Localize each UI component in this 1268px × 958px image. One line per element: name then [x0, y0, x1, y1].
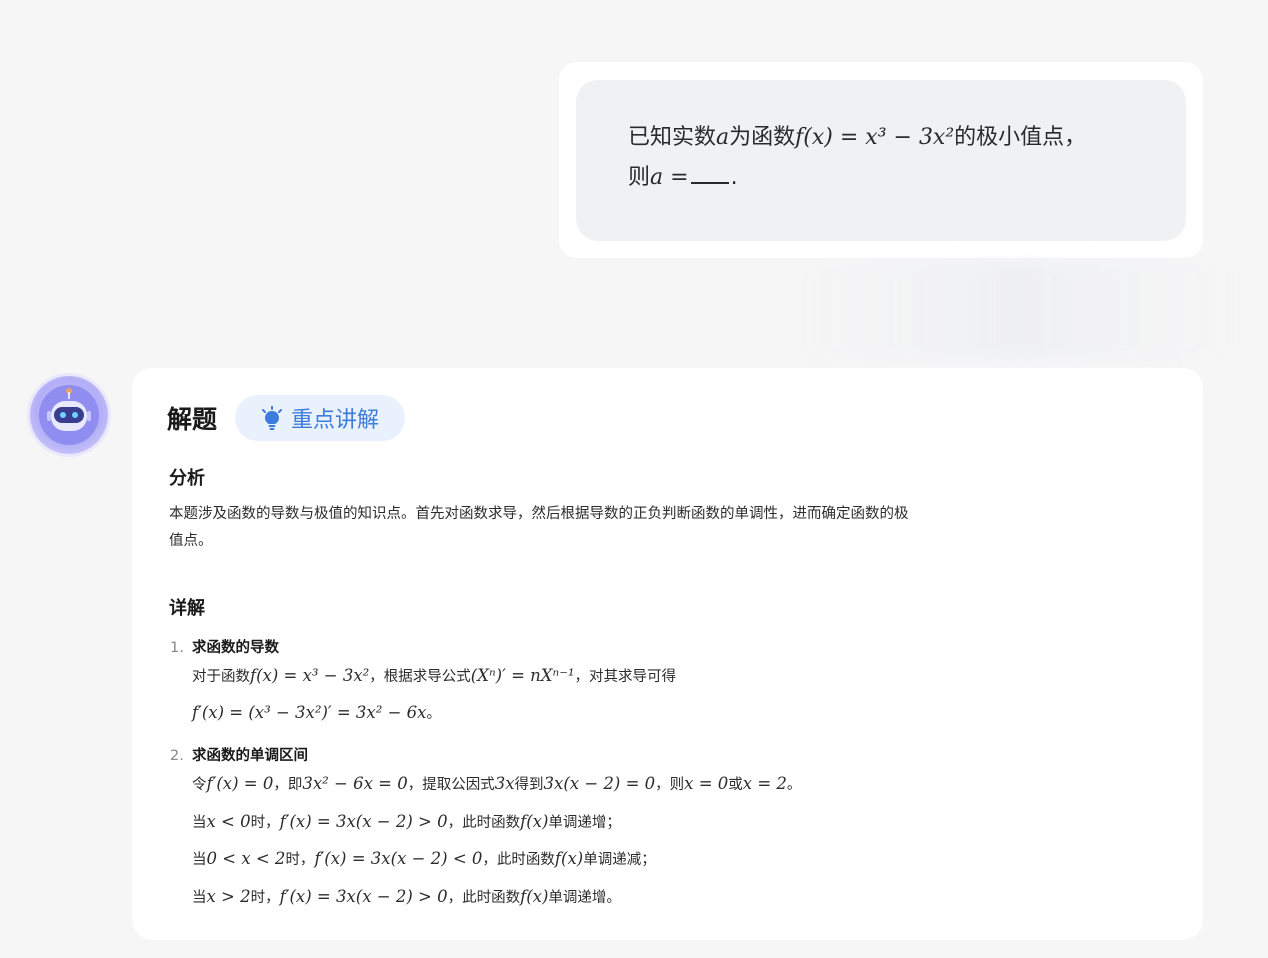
- step-heading: 1. 求函数的导数: [170, 636, 279, 657]
- answer-header: 解题 重点讲解: [167, 395, 406, 441]
- step-text: 单调递增。: [548, 890, 621, 906]
- step-math: x = 2: [742, 774, 787, 793]
- step-line: 当0 < x < 2时，f′(x) = 3x(x − 2) < 0，此时函数f(…: [192, 848, 656, 869]
- step-line: 对于函数f(x) = x³ − 3x²，根据求导公式(Xⁿ)′ = nXⁿ⁻¹，…: [192, 665, 676, 686]
- step-text: ，此时函数: [482, 852, 555, 868]
- step-text: ，对其求导可得: [574, 669, 677, 685]
- lightbulb-icon: [262, 406, 283, 430]
- step-math: x < 0: [206, 812, 251, 831]
- step-text: 时，: [250, 890, 280, 906]
- step-math: 3x(x − 2) = 0: [543, 774, 656, 793]
- step-math: 3x² − 6x = 0: [302, 774, 408, 793]
- step-math: x = 0: [684, 774, 729, 793]
- answer-card: 解题 重点讲解 分析 本题涉及函数的导数与极值的知识点。首先对函数求导，然后根据…: [132, 368, 1203, 940]
- step-text: ，根据求导公式: [369, 669, 471, 685]
- question-text: 为函数: [729, 125, 796, 150]
- step-math: f′(x) = 3x(x − 2) > 0: [279, 812, 448, 831]
- step-text: 对于函数: [192, 669, 250, 685]
- step-math: f′(x) = (x³ − 3x²)′ = 3x² − 6x: [192, 703, 427, 722]
- step-math: 3x: [494, 774, 515, 793]
- step-text: 或: [728, 777, 743, 793]
- step-math: f′(x) = 0: [206, 774, 274, 793]
- step-math: f′(x) = 3x(x − 2) < 0: [314, 849, 483, 868]
- blurred-region: [800, 262, 1235, 358]
- key-explanation-label: 重点讲解: [291, 408, 380, 433]
- question-math: f(x) = x³ − 3x²: [795, 125, 955, 150]
- question-bubble: 已知实数a为函数f(x) = x³ − 3x²的极小值点， 则a =.: [576, 80, 1186, 241]
- step-text: 当: [192, 890, 207, 906]
- question-math: a =: [650, 165, 689, 190]
- question-line-1: 已知实数a为函数f(x) = x³ − 3x²的极小值点，: [628, 118, 1134, 158]
- step-text: 。: [786, 777, 802, 793]
- step-text: 时，: [285, 852, 315, 868]
- step-math: f(x) = x³ − 3x²: [250, 666, 370, 685]
- step-math: f(x): [520, 887, 549, 906]
- detail-heading: 详解: [169, 598, 205, 619]
- step-line: 当x > 2时，f′(x) = 3x(x − 2) > 0，此时函数f(x)单调…: [192, 886, 621, 907]
- step-line: f′(x) = (x³ − 3x²)′ = 3x² − 6x。: [192, 702, 441, 723]
- step-title: 求函数的导数: [192, 640, 279, 656]
- question-math: a: [716, 125, 730, 150]
- step-math: 0 < x < 2: [206, 849, 286, 868]
- step-math: f(x): [554, 849, 584, 868]
- analysis-heading: 分析: [169, 468, 205, 489]
- step-line: 令f′(x) = 0，即3x² − 6x = 0，提取公因式3x得到3x(x −…: [192, 773, 801, 794]
- step-text: ，此时函数: [447, 815, 521, 831]
- step-text: 单调递增；: [548, 815, 621, 831]
- answer-blank: [690, 164, 729, 184]
- step-text: ，则: [655, 777, 685, 793]
- step-text: 当: [192, 815, 207, 831]
- step-text: ，即: [273, 777, 303, 793]
- question-line-2: 则a =.: [628, 158, 1134, 198]
- step-number: 2.: [170, 748, 184, 764]
- step-text: ，此时函数: [447, 890, 521, 906]
- step-math: (Xⁿ)′ = nXⁿ⁻¹: [470, 666, 575, 685]
- step-number: 1.: [170, 640, 184, 656]
- step-title: 求函数的单调区间: [192, 748, 308, 764]
- step-text: 得到: [514, 777, 544, 793]
- question-text: .: [730, 165, 738, 190]
- step-math: f(x): [520, 812, 549, 831]
- step-math: f′(x) = 3x(x − 2) > 0: [279, 887, 448, 906]
- key-explanation-button[interactable]: 重点讲解: [235, 395, 406, 441]
- step-text: 。: [426, 706, 441, 722]
- step-text: ，提取公因式: [407, 777, 495, 793]
- question-text: 的极小值点，: [954, 125, 1087, 150]
- step-math: x > 2: [206, 887, 251, 906]
- question-text: 则: [628, 165, 651, 190]
- analysis-text: 本题涉及函数的导数与极值的知识点。首先对函数求导，然后根据导数的正负判断函数的单…: [169, 506, 909, 549]
- step-text: 单调递减；: [583, 852, 656, 868]
- step-heading: 2. 求函数的单调区间: [170, 744, 308, 765]
- question-text: 已知实数: [628, 125, 717, 150]
- assistant-avatar: [30, 376, 108, 454]
- step-text: 时，: [250, 815, 280, 831]
- robot-icon: [39, 385, 99, 445]
- user-question-card: 已知实数a为函数f(x) = x³ − 3x²的极小值点， 则a =.: [559, 62, 1203, 258]
- step-text: 当: [192, 852, 207, 868]
- step-line: 当x < 0时，f′(x) = 3x(x − 2) > 0，此时函数f(x)单调…: [192, 811, 621, 832]
- answer-title: 解题: [167, 405, 218, 434]
- step-text: 令: [192, 777, 207, 793]
